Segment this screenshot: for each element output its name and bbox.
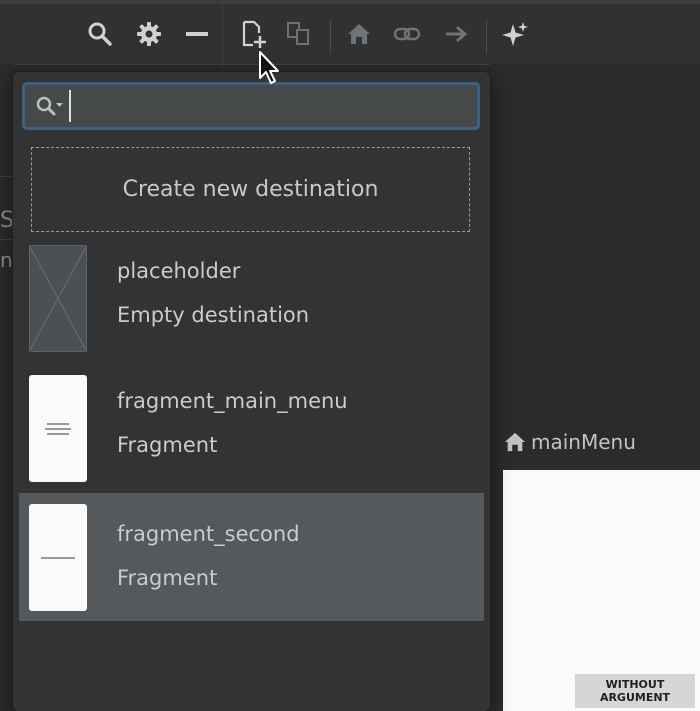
destination-type: Fragment bbox=[117, 566, 218, 590]
deep-link-button[interactable] bbox=[391, 18, 423, 50]
search-input[interactable] bbox=[69, 90, 437, 122]
new-destination-button[interactable] bbox=[238, 18, 270, 50]
gear-icon bbox=[137, 22, 161, 46]
minus-icon bbox=[186, 32, 208, 36]
add-action-button[interactable] bbox=[440, 18, 472, 50]
auto-arrange-button[interactable] bbox=[500, 18, 532, 50]
destination-label[interactable]: mainMenu bbox=[503, 430, 636, 454]
destination-title: mainMenu bbox=[531, 430, 636, 454]
fragment-thumbnail bbox=[29, 504, 87, 611]
create-new-destination-label: Create new destination bbox=[122, 177, 379, 202]
new-destination-icon bbox=[242, 20, 266, 48]
destination-name: fragment_second bbox=[117, 522, 300, 546]
search-icon bbox=[36, 96, 63, 116]
nested-graph-icon bbox=[287, 22, 309, 45]
design-toolbar bbox=[0, 0, 700, 68]
divider bbox=[0, 176, 14, 177]
toolbar-divider bbox=[222, 4, 223, 68]
placeholder-thumbnail bbox=[29, 245, 87, 352]
search-icon bbox=[88, 22, 112, 46]
left-pane-text: n bbox=[0, 248, 13, 272]
nested-graph-button[interactable] bbox=[283, 18, 315, 50]
link-icon bbox=[393, 27, 421, 41]
destination-type: Empty destination bbox=[117, 303, 310, 327]
search-button[interactable] bbox=[84, 18, 116, 50]
toolbar-separator bbox=[486, 20, 487, 54]
preview-button: WITHOUT ARGUMENT bbox=[575, 674, 695, 708]
arrow-right-icon bbox=[446, 25, 468, 43]
destination-name: placeholder bbox=[117, 259, 241, 283]
destination-item-fragment-main-menu[interactable]: fragment_main_menu Fragment bbox=[19, 371, 484, 499]
toolbar-separator bbox=[330, 20, 331, 54]
component-tree-pane bbox=[0, 64, 14, 711]
create-new-destination-button[interactable]: Create new destination bbox=[31, 147, 470, 232]
destination-name: fragment_main_menu bbox=[117, 389, 348, 413]
start-destination-button[interactable] bbox=[343, 18, 375, 50]
home-icon bbox=[348, 24, 370, 44]
destination-item-placeholder[interactable]: placeholder Empty destination bbox=[19, 241, 484, 369]
left-pane-text: S bbox=[0, 208, 14, 233]
search-field[interactable] bbox=[22, 82, 480, 130]
mouse-cursor-icon bbox=[259, 51, 279, 84]
zoom-out-button[interactable] bbox=[181, 18, 213, 50]
home-icon bbox=[504, 432, 526, 452]
fragment-thumbnail bbox=[29, 375, 87, 482]
destination-type: Fragment bbox=[117, 433, 218, 457]
destination-item-fragment-second[interactable]: fragment_second Fragment bbox=[19, 493, 484, 621]
settings-button[interactable] bbox=[133, 18, 165, 50]
sparkle-icon bbox=[502, 22, 528, 46]
divider bbox=[0, 239, 14, 240]
